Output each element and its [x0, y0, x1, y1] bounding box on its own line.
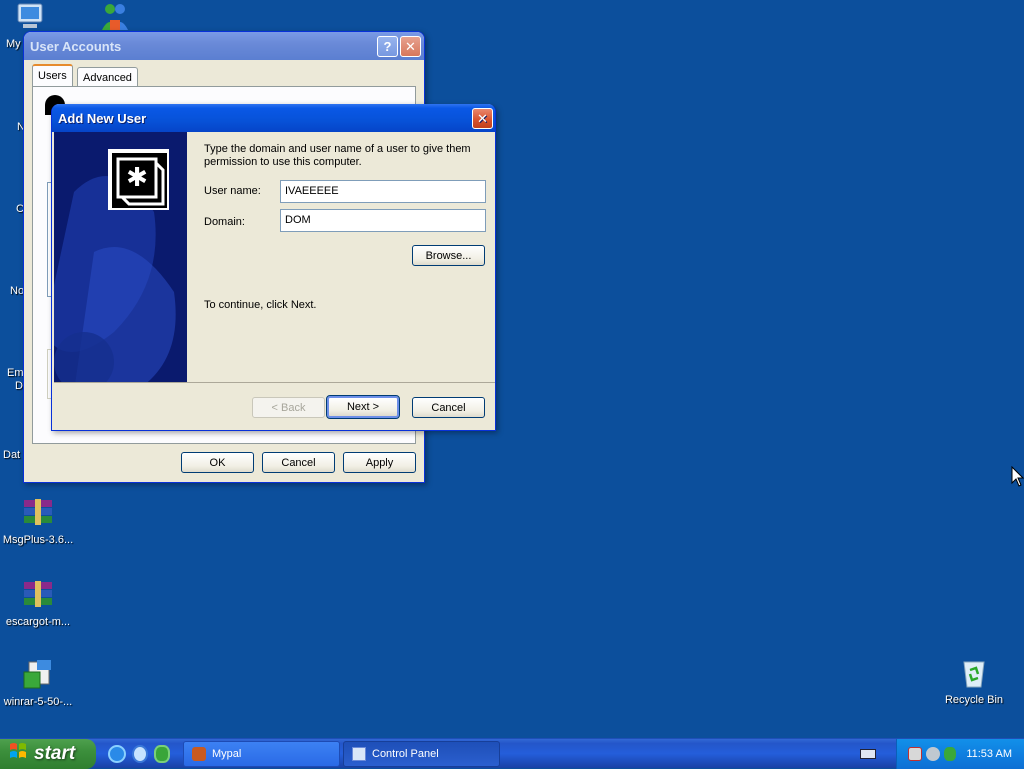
add-new-user-titlebar[interactable]: Add New User ✕ [52, 104, 495, 132]
messenger-icon[interactable] [154, 745, 170, 763]
tab-advanced-label: Advanced [83, 71, 132, 84]
volume-icon[interactable] [926, 747, 941, 761]
internet-explorer-icon[interactable] [108, 745, 126, 763]
back-button[interactable]: < Back [252, 397, 325, 418]
domain-value: DOM [285, 214, 311, 226]
winrar-installer-icon[interactable]: winrar-5-50-... [0, 658, 78, 708]
close-icon: ✕ [477, 110, 488, 126]
user-accounts-title: User Accounts [30, 38, 122, 54]
mypal-icon [192, 747, 206, 761]
add-new-user-title: Add New User [58, 110, 147, 126]
close-button[interactable]: ✕ [400, 36, 421, 57]
username-input[interactable]: IVAEEEEE [280, 180, 486, 203]
windows-flag-icon [8, 741, 28, 767]
clipped-desktop-label: Dat [3, 449, 21, 461]
recycle-bin-label: Recycle Bin [944, 694, 1004, 706]
next-label: Next > [346, 401, 380, 413]
escargot-label: escargot-m... [5, 616, 71, 628]
my-computer-label: My [6, 38, 21, 50]
browser-icon[interactable] [132, 745, 148, 763]
keyboard-icon[interactable] [860, 749, 876, 759]
user-accounts-titlebar[interactable]: User Accounts ? ✕ [24, 32, 424, 60]
recycle-bin-icon[interactable]: Recycle Bin [934, 656, 1014, 706]
msgplus-label: MsgPlus-3.6... [2, 534, 74, 546]
tab-users[interactable]: Users [32, 64, 73, 86]
start-button[interactable]: start [0, 739, 96, 769]
question-icon: ? [383, 39, 392, 54]
help-button[interactable]: ? [377, 36, 398, 57]
user-key-icon: ✱ [108, 149, 169, 210]
clipped-desktop-label: No [10, 285, 25, 297]
ok-label: OK [209, 456, 226, 469]
cancel-button[interactable]: Cancel [262, 452, 335, 473]
task-mypal-label: Mypal [212, 748, 242, 760]
apply-label: Apply [365, 456, 394, 469]
browse-label: Browse... [425, 249, 472, 262]
close-button[interactable]: ✕ [472, 108, 493, 129]
continue-hint: To continue, click Next. [204, 299, 317, 311]
next-button[interactable]: Next > [326, 395, 400, 419]
wizard-cancel-label: Cancel [431, 401, 466, 414]
winrar-archive-icon [21, 578, 55, 612]
close-icon: ✕ [405, 38, 416, 54]
wizard-banner: ✱ [54, 132, 187, 382]
domain-label: Domain: [204, 216, 245, 228]
task-mypal[interactable]: Mypal [183, 741, 340, 767]
network-warning-icon[interactable] [908, 747, 923, 761]
winrar-label: winrar-5-50-... [3, 696, 73, 708]
svg-text:✱: ✱ [126, 163, 148, 193]
msgplus-installer-icon[interactable]: MsgPlus-3.6... [0, 496, 78, 546]
escargot-installer-icon[interactable]: escargot-m... [0, 578, 78, 628]
clipped-desktop-label: Em [7, 367, 24, 379]
add-new-user-dialog: Add New User ✕ ✱ Type the domain and use… [51, 104, 496, 431]
domain-input[interactable]: DOM [280, 209, 486, 232]
ok-button[interactable]: OK [181, 452, 254, 473]
winrar-archive-icon [21, 496, 55, 530]
apply-button[interactable]: Apply [343, 452, 416, 473]
username-label: User name: [204, 185, 261, 197]
start-label: start [34, 743, 76, 764]
clipped-desktop-label: D [15, 380, 23, 392]
installer-icon [21, 658, 55, 692]
clock[interactable]: 11:53 AM [966, 748, 1012, 760]
back-label: < Back [271, 401, 306, 414]
taskbar: start Mypal Control Panel 11:53 AM [0, 738, 1024, 769]
browse-button[interactable]: Browse... [412, 245, 485, 266]
task-control-panel[interactable]: Control Panel [343, 741, 500, 767]
control-panel-icon [352, 747, 366, 761]
system-tray: 11:53 AM [896, 739, 1024, 769]
recycle-bin-graphic-icon [957, 656, 991, 690]
messenger-tray-icon[interactable] [944, 747, 957, 761]
mouse-pointer-icon [1011, 465, 1024, 491]
wizard-instructions: Type the domain and user name of a user … [204, 143, 471, 168]
messenger-buddy-icon [98, 0, 132, 34]
tab-advanced[interactable]: Advanced [77, 67, 138, 87]
tab-users-label: Users [38, 70, 67, 82]
cancel-label: Cancel [281, 456, 316, 469]
username-value: IVAEEEEE [285, 185, 339, 197]
wizard-cancel-button[interactable]: Cancel [412, 397, 485, 418]
task-control-panel-label: Control Panel [372, 748, 439, 760]
wizard-divider [54, 382, 495, 383]
